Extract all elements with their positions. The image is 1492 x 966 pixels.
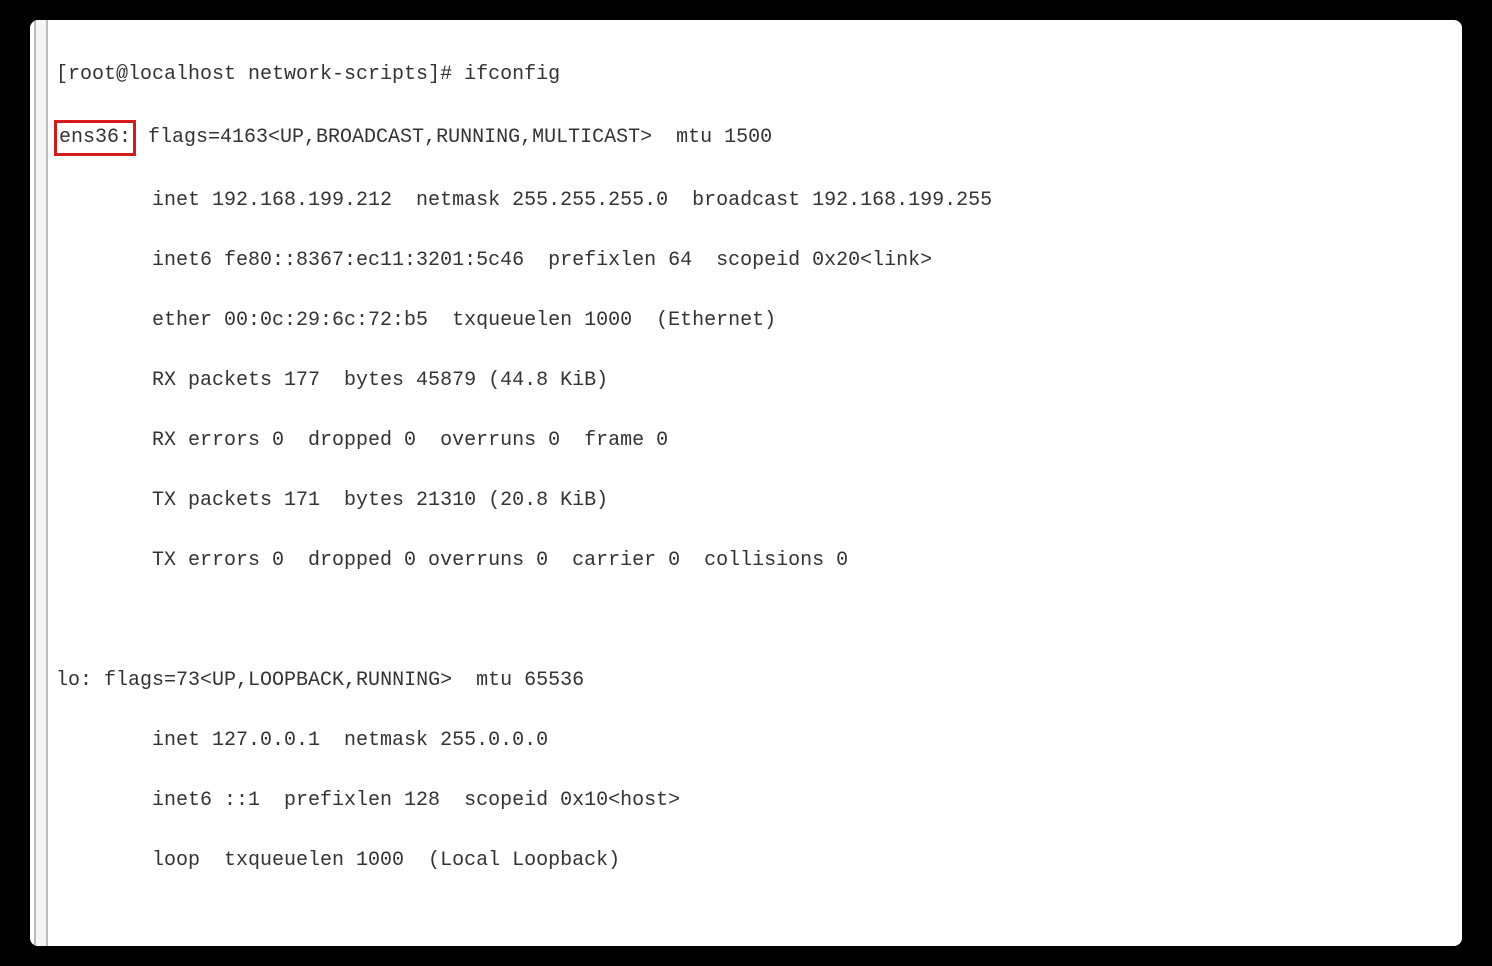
interface-name-highlight: ens36: (54, 120, 136, 156)
shell-prompt: [root@localhost network-scripts]# (56, 63, 464, 86)
interface-stat-line: ether 00:0c:29:6c:72:b5 txqueuelen 1000 … (56, 306, 1462, 336)
terminal-content[interactable]: [root@localhost network-scripts]# ifconf… (56, 30, 1462, 936)
interface-flags: flags=4163<UP,BROADCAST,RUNNING,MULTICAS… (136, 126, 772, 149)
interface-stat-line: inet 192.168.199.212 netmask 255.255.255… (56, 186, 1462, 216)
terminal-window: [root@localhost network-scripts]# ifconf… (30, 20, 1462, 946)
interface-stat-line: RX packets 177 bytes 45879 (44.8 KiB) (56, 366, 1462, 396)
scrollbar[interactable] (34, 20, 48, 946)
interface-stat-line: TX errors 0 dropped 0 overruns 0 carrier… (56, 546, 1462, 576)
interface-stat-line: RX errors 0 dropped 0 overruns 0 frame 0 (56, 426, 1462, 456)
interface-stat-line: inet 127.0.0.1 netmask 255.0.0.0 (56, 726, 1462, 756)
interface-header-line: ens36: flags=4163<UP,BROADCAST,RUNNING,M… (56, 120, 1462, 156)
blank-line (56, 606, 1462, 636)
prompt-line: [root@localhost network-scripts]# ifconf… (56, 60, 1462, 90)
command-text: ifconfig (464, 63, 560, 86)
interface-flags: flags=73<UP,LOOPBACK,RUNNING> mtu 65536 (92, 669, 584, 692)
interface-stat-line: TX packets 171 bytes 21310 (20.8 KiB) (56, 486, 1462, 516)
interface-stat-line: inet6 fe80::8367:ec11:3201:5c46 prefixle… (56, 246, 1462, 276)
interface-stat-line: inet6 ::1 prefixlen 128 scopeid 0x10<hos… (56, 786, 1462, 816)
interface-stat-line: loop txqueuelen 1000 (Local Loopback) (56, 846, 1462, 876)
interface-name: lo: (56, 669, 92, 692)
interface-header-line: lo: flags=73<UP,LOOPBACK,RUNNING> mtu 65… (56, 666, 1462, 696)
